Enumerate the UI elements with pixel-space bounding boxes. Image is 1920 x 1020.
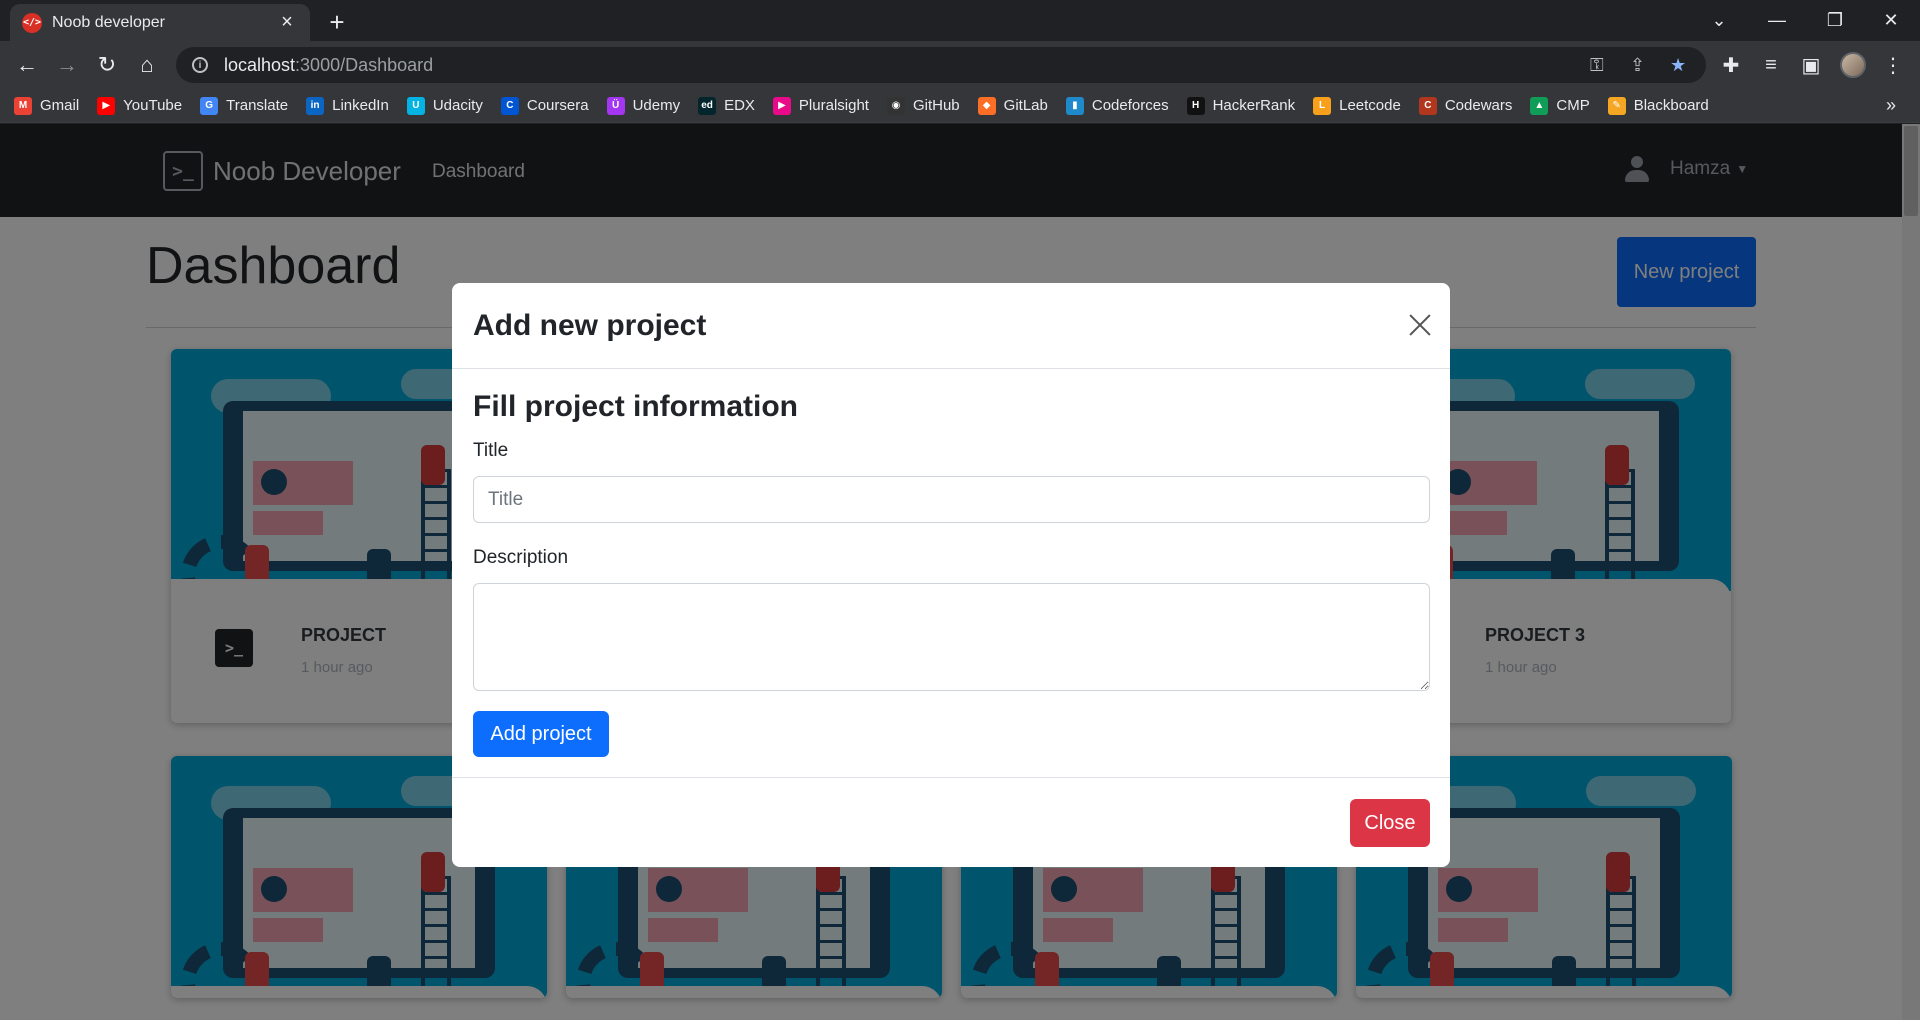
edx-icon: ed [698, 96, 717, 115]
address-bar[interactable]: i localhost:3000/Dashboard ⚿ ⇪ ★ [176, 47, 1706, 83]
modal-footer: Close [452, 777, 1450, 867]
browser-tab[interactable]: </> Noob developer × [10, 4, 310, 41]
bookmark-label: Udemy [632, 97, 681, 114]
description-label: Description [473, 547, 569, 568]
bookmark-cmp[interactable]: ▲ CMP [1530, 96, 1590, 115]
menu-kebab-icon[interactable]: ⋮ [1878, 50, 1908, 80]
restore-icon[interactable]: ❐ [1806, 0, 1864, 41]
bookmark-coursera[interactable]: C Coursera [500, 96, 589, 115]
youtube-icon: ▶ [97, 96, 116, 115]
bookmark-label: Translate [226, 97, 289, 114]
bookmark-translate[interactable]: G Translate [200, 96, 289, 115]
add-project-modal: Add new project Fill project information… [452, 283, 1450, 867]
bookmark-label: GitLab [1003, 97, 1048, 114]
form-heading: Fill project information [473, 390, 799, 423]
bookmarks-bar: M Gmail ▶ YouTube G Translate in LinkedIn U Udaci… [0, 89, 1920, 123]
bookmark-github[interactable]: ◉ GitHub [886, 96, 960, 115]
share-icon[interactable]: ⇪ [1630, 47, 1645, 83]
key-icon[interactable]: ⚿ [1590, 47, 1604, 83]
bookmark-label: EDX [724, 97, 755, 114]
bookmark-gmail[interactable]: M Gmail [14, 96, 80, 115]
bookmark-label: LinkedIn [332, 97, 389, 114]
forward-icon[interactable]: → [52, 50, 82, 80]
bookmark-udacity[interactable]: U Udacity [406, 96, 483, 115]
bookmark-leetcode[interactable]: L Leetcode [1313, 96, 1401, 115]
bookmark-label: Blackboard [1633, 97, 1709, 114]
title-input[interactable] [473, 476, 1430, 523]
back-icon[interactable]: ← [12, 50, 42, 80]
close-icon[interactable] [1406, 311, 1434, 339]
tab-title: Noob developer [52, 13, 165, 31]
hackerrank-icon: H [1186, 96, 1205, 115]
side-panel-icon[interactable]: ▣ [1796, 50, 1826, 80]
bookmark-codeforces[interactable]: ▮ Codeforces [1065, 96, 1169, 115]
bookmark-gitlab[interactable]: ◆ GitLab [977, 96, 1048, 115]
url-host: localhost [224, 54, 296, 75]
translate-icon: G [200, 96, 219, 115]
media-control-icon[interactable]: ≡ [1756, 50, 1786, 80]
codewars-icon: C [1418, 96, 1437, 115]
udacity-icon: U [406, 96, 425, 115]
bookmark-blackboard[interactable]: ✎ Blackboard [1607, 96, 1709, 115]
bookmark-hackerrank[interactable]: H HackerRank [1186, 96, 1296, 115]
google-drive-icon: ▲ [1530, 96, 1549, 115]
bookmark-label: Coursera [526, 97, 589, 114]
linkedin-icon: in [306, 96, 325, 115]
add-project-button[interactable]: Add project [473, 711, 609, 757]
pluralsight-icon: ▶ [772, 96, 791, 115]
close-button[interactable]: Close [1350, 799, 1430, 847]
bookmark-label: Pluralsight [798, 97, 869, 114]
site-info-icon[interactable]: i [192, 57, 208, 73]
bookmark-label: HackerRank [1212, 97, 1296, 114]
leetcode-icon: L [1313, 96, 1332, 115]
bookmark-label: GitHub [912, 97, 960, 114]
bookmark-label: CMP [1556, 97, 1590, 114]
bookmark-label: Codeforces [1091, 97, 1169, 114]
github-icon: ◉ [886, 96, 905, 115]
tab-close-icon[interactable]: × [276, 11, 298, 34]
extensions-icon[interactable]: ✚ [1716, 50, 1746, 80]
modal-title: Add new project [473, 309, 707, 342]
bookmark-linkedin[interactable]: in LinkedIn [306, 96, 389, 115]
browser-toolbar: ← → ↻ ⌂ i localhost:3000/Dashboard ⚿ ⇪ ★… [0, 41, 1920, 89]
bookmark-label: Leetcode [1339, 97, 1401, 114]
bookmark-codewars[interactable]: C Codewars [1418, 96, 1513, 115]
bookmark-label: YouTube [123, 97, 183, 114]
udemy-icon: Ü [606, 96, 625, 115]
tab-search-chevron-icon[interactable]: ⌄ [1690, 0, 1748, 41]
gitlab-icon: ◆ [977, 96, 996, 115]
bookmark-pluralsight[interactable]: ▶ Pluralsight [772, 96, 869, 115]
bookmark-star-icon[interactable]: ★ [1670, 47, 1686, 83]
blackboard-icon: ✎ [1607, 96, 1626, 115]
bookmark-udemy[interactable]: Ü Udemy [606, 96, 681, 115]
bookmarks-overflow-icon[interactable]: » [1886, 95, 1896, 116]
code-favicon-icon: </> [22, 12, 42, 33]
window-close-icon[interactable]: ✕ [1862, 0, 1920, 41]
home-icon[interactable]: ⌂ [132, 50, 162, 80]
codeforces-icon: ▮ [1065, 96, 1084, 115]
description-textarea[interactable] [473, 583, 1430, 691]
title-label: Title [473, 440, 509, 461]
bookmark-edx[interactable]: ed EDX [698, 96, 755, 115]
bookmark-label: Udacity [432, 97, 483, 114]
bookmark-youtube[interactable]: ▶ YouTube [97, 96, 183, 115]
reload-icon[interactable]: ↻ [92, 50, 122, 80]
profile-avatar[interactable] [1838, 50, 1868, 80]
gmail-icon: M [14, 96, 32, 115]
coursera-icon: C [500, 96, 519, 115]
url-path: :3000/Dashboard [295, 54, 434, 75]
browser-tab-bar: </> Noob developer × + ⌄ — ❐ ✕ [0, 0, 1920, 41]
minimize-icon[interactable]: — [1748, 0, 1806, 41]
new-tab-icon[interactable]: + [322, 8, 352, 38]
bookmark-label: Gmail [40, 97, 80, 114]
modal-header: Add new project [452, 283, 1450, 369]
bookmark-label: Codewars [1444, 97, 1513, 114]
